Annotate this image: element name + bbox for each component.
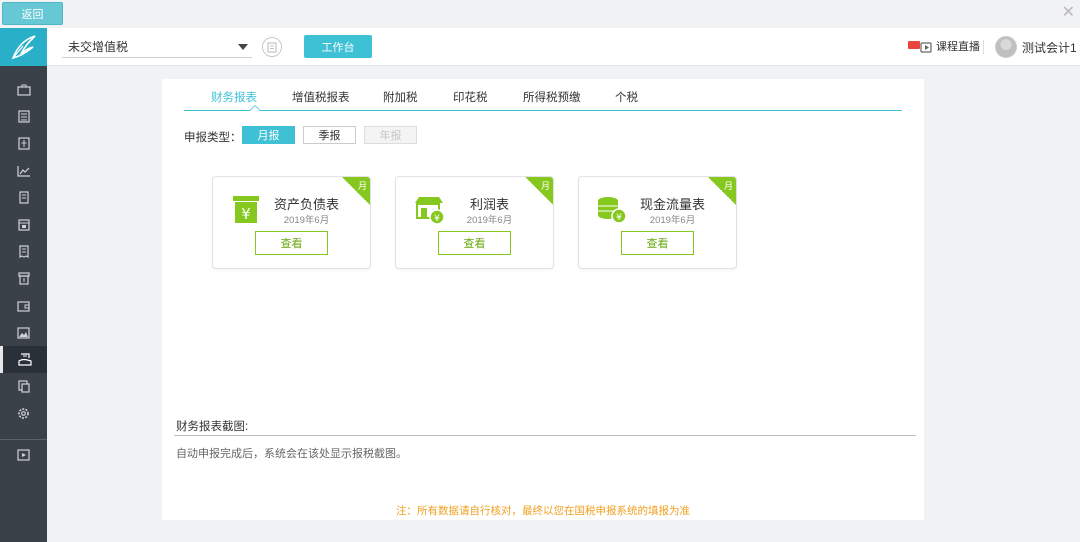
header: 未交增值税 工作台 课程直播 测试会计1 [0,28,1080,66]
view-button[interactable]: 查看 [621,231,694,255]
card-date: 2019年6月 [466,215,513,226]
report-type-quarterly[interactable]: 季报 [303,126,356,144]
live-video-icon [908,41,932,53]
view-button[interactable]: 查看 [438,231,511,255]
top-strip: 返回 ✕ [0,0,1080,28]
voucher-icon[interactable] [0,130,47,157]
active-tab-indicator [249,105,261,111]
card-date: 2019年6月 [649,215,696,226]
report-type-yearly: 年报 [364,126,417,144]
settings-icon[interactable] [0,400,47,427]
receipt-icon[interactable] [0,238,47,265]
tab-personal-tax[interactable]: 个税 [615,89,638,105]
user-menu[interactable]: 测试会计1 [995,36,1077,58]
disclaimer-note: 注：所有数据请自行核对，最终以您在国税申报系统的填报为准 [396,505,690,517]
tab-vat-report[interactable]: 增值税报表 [292,89,350,105]
briefcase-icon[interactable] [0,76,47,103]
live-course-link[interactable]: 课程直播 [907,38,980,54]
report-type-monthly[interactable]: 月报 [242,126,295,144]
chart-icon[interactable] [0,157,47,184]
report-card-cash-flow: 月 ¥ 现金流量表 2019年6月 查看 [578,176,737,269]
card-title: 现金流量表 [639,197,705,212]
sidebar-divider [0,439,47,440]
picture-icon[interactable] [0,319,47,346]
logo [0,28,47,66]
main-panel: 财务报表 增值税报表 附加税 印花税 所得税预缴 个税 申报类型： 月报 季报 … [162,79,924,520]
chevron-down-icon [238,44,248,50]
document-icon[interactable] [262,37,282,57]
close-icon[interactable]: ✕ [1062,2,1075,21]
tab-surtax[interactable]: 附加税 [383,89,418,105]
user-name: 测试会计1 [1022,40,1077,55]
report-card-profit: 月 ¥ 利润表 2019年6月 查看 [395,176,554,269]
report-type-label: 申报类型： [184,132,242,144]
avatar [995,36,1017,58]
live-course-label: 课程直播 [936,41,980,53]
tax-type-select[interactable]: 未交增值税 [62,38,252,58]
tab-financial-statements[interactable]: 财务报表 [211,89,257,105]
tax-type-value: 未交增值税 [68,40,129,54]
header-divider [983,40,984,54]
workbench-button[interactable]: 工作台 [304,35,372,58]
back-button[interactable]: 返回 [2,2,63,25]
report-card-balance-sheet: 月 ¥ 资产负债表 2019年6月 查看 [212,176,371,269]
screenshot-section-title: 财务报表截图: [176,421,249,433]
card-title: 资产负债表 [273,197,339,212]
tab-stamp-tax[interactable]: 印花税 [453,89,488,105]
tab-income-tax-prepay[interactable]: 所得税预缴 [523,89,581,105]
building-icon[interactable] [0,184,47,211]
sidebar [0,66,47,542]
card-title: 利润表 [469,197,509,212]
feather-logo-icon [11,35,36,60]
view-button[interactable]: 查看 [255,231,328,255]
ledger-icon[interactable] [0,103,47,130]
play-icon[interactable] [0,441,47,468]
copy-icon[interactable] [0,373,47,400]
wallet-icon[interactable] [0,292,47,319]
tax-declare-icon[interactable] [0,346,47,373]
archive-icon[interactable] [0,265,47,292]
report-tabs: 财务报表 增值税报表 附加税 印花税 所得税预缴 个税 [184,79,902,111]
card-date: 2019年6月 [283,215,330,226]
section-divider [174,435,916,436]
screenshot-section-description: 自动申报完成后，系统会在该处显示报税截图。 [176,448,407,460]
calendar-icon[interactable] [0,211,47,238]
